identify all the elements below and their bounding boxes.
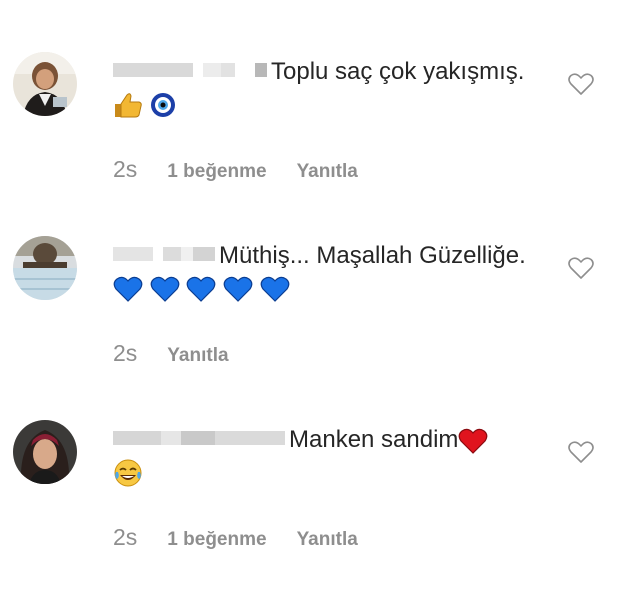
comment-time: 2s	[113, 524, 138, 550]
avatar[interactable]	[13, 236, 77, 300]
blue-heart-emoji	[260, 276, 290, 302]
username-blurred[interactable]	[113, 246, 215, 261]
comment-text-block: Manken sandim	[113, 424, 553, 488]
cropped-previous-text	[270, 0, 370, 2]
likes-count[interactable]: 1 beğenme	[167, 529, 266, 551]
thumbs-up-emoji	[115, 92, 142, 118]
comment-time: 2s	[113, 156, 138, 182]
username-blurred[interactable]	[113, 62, 267, 77]
comment-item: Müthiş... Maşallah Güzelliğe. 2s Yanıtla	[0, 236, 640, 411]
username-blurred[interactable]	[113, 430, 285, 445]
comment-text: Müthiş... Maşallah Güzelliğe.	[219, 242, 526, 269]
blue-heart-emoji	[223, 276, 253, 302]
like-heart-icon[interactable]	[568, 72, 594, 96]
evil-eye-emoji	[150, 92, 175, 117]
likes-count[interactable]: 1 beğenme	[167, 161, 266, 183]
blue-heart-emoji	[113, 276, 143, 302]
comment-meta: 2s Yanıtla	[113, 340, 229, 367]
comment-text: Manken sandim	[289, 426, 459, 453]
like-heart-icon[interactable]	[568, 440, 594, 464]
comment-meta: 2s 1 beğenme Yanıtla	[113, 524, 358, 551]
blue-heart-emoji	[186, 276, 216, 302]
comment-item: Manken sandim 2s 1 beğenme Yanıtla	[0, 420, 640, 595]
reply-button[interactable]: Yanıtla	[297, 161, 358, 183]
avatar[interactable]	[13, 420, 77, 484]
avatar[interactable]	[13, 52, 77, 116]
red-heart-emoji	[459, 428, 488, 454]
comment-text-block: Müthiş... Maşallah Güzelliğe.	[113, 240, 553, 304]
like-heart-icon[interactable]	[568, 256, 594, 280]
comment-text-block: Toplu saç çok yakışmış.	[113, 56, 553, 120]
comment-time: 2s	[113, 340, 138, 366]
comment-item: Toplu saç çok yakışmış. 2s 1 beğenme Yan…	[0, 52, 640, 227]
reply-button[interactable]: Yanıtla	[297, 529, 358, 551]
reply-button[interactable]: Yanıtla	[167, 345, 228, 367]
comment-meta: 2s 1 beğenme Yanıtla	[113, 156, 358, 183]
comment-text: Toplu saç çok yakışmış.	[271, 58, 525, 85]
blue-heart-emoji	[150, 276, 180, 302]
tears-of-joy-emoji	[114, 459, 142, 487]
